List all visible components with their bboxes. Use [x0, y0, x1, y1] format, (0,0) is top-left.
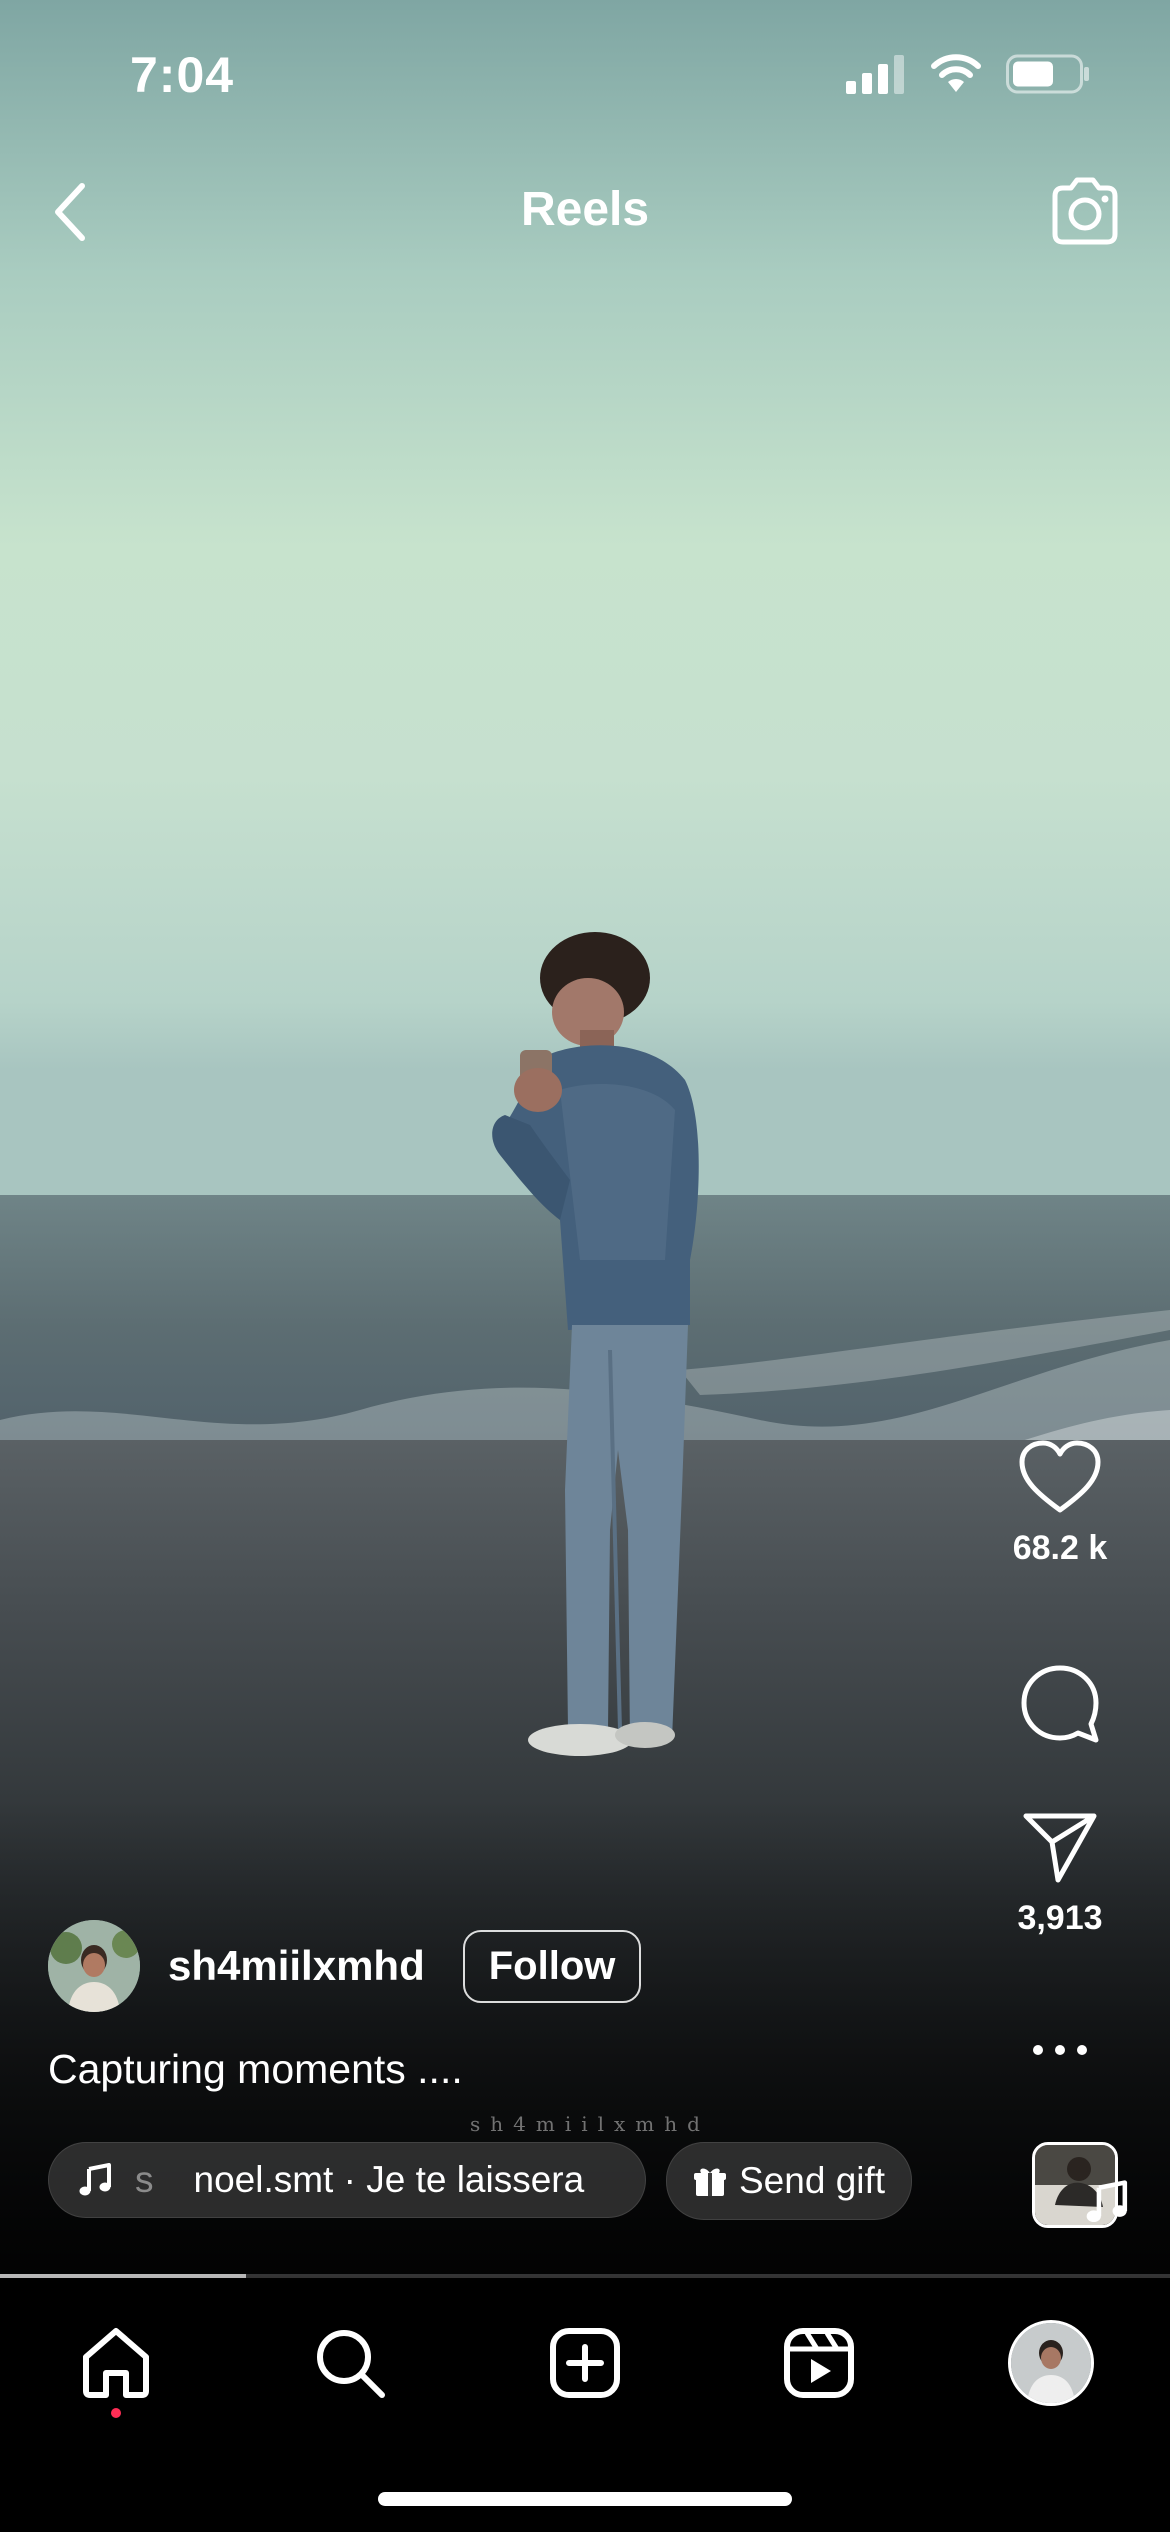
tab-reels[interactable] [774, 2318, 864, 2408]
comment-button[interactable] [950, 1662, 1170, 1751]
author-row: sh4miilxmhd Follow [48, 1920, 642, 2012]
tab-search[interactable] [305, 2318, 395, 2408]
camera-button[interactable] [1045, 172, 1125, 252]
person-figure [492, 932, 699, 1756]
audio-prefix: s [135, 2159, 154, 2200]
audio-title: noel.smt · Je te laissera [193, 2159, 585, 2200]
wifi-icon [931, 54, 981, 92]
author-avatar[interactable] [48, 1920, 140, 2012]
share-action: 3,913 [950, 1810, 1170, 1938]
status-icons [846, 54, 1090, 94]
status-time: 7:04 [130, 47, 235, 103]
plus-square-icon [550, 2328, 620, 2398]
paper-plane-icon [1023, 1813, 1097, 1883]
like-action: 68.2 k [950, 1440, 1170, 1568]
post-caption[interactable]: Capturing moments .... [48, 2046, 463, 2093]
like-count[interactable]: 68.2 k [950, 1529, 1170, 1568]
camera-icon [1052, 177, 1118, 245]
profile-avatar [1008, 2320, 1094, 2406]
more-button[interactable] [950, 2040, 1170, 2065]
share-count: 3,913 [1017, 1899, 1103, 1937]
video-watermark: sh4miilxmhd [470, 2112, 710, 2136]
tab-home[interactable] [71, 2318, 161, 2408]
reels-icon [784, 2328, 854, 2398]
follow-button[interactable]: Follow [462, 1929, 642, 2003]
home-active-indicator [111, 2408, 121, 2418]
send-gift-label: Send gift [739, 2160, 886, 2201]
comment-bubble-icon [1021, 1665, 1099, 1743]
page-title: Reels [520, 183, 650, 236]
comment-action [950, 1662, 1170, 1751]
audio-pill[interactable]: s noel.smt · Je te laissera [48, 2142, 646, 2218]
home-icon [83, 2328, 149, 2398]
author-avatar-image [48, 1920, 140, 2012]
home-indicator-bar [378, 2492, 792, 2506]
profile-avatar-image [1011, 2323, 1091, 2403]
audio-music-note-icon [1086, 2180, 1128, 2223]
chip-row: s noel.smt · Je te laissera Send gift [48, 2142, 913, 2220]
heart-icon [1019, 1440, 1101, 1513]
like-button[interactable] [950, 1440, 1170, 1521]
reels-screen: 7:04 Reels 68.2 k 3,913 sh4miilxmhd Foll… [0, 0, 1170, 2532]
battery-icon [1006, 54, 1089, 94]
author-username[interactable]: sh4miilxmhd [168, 1942, 425, 1990]
tab-create[interactable] [540, 2318, 630, 2408]
more-horizontal-icon [1033, 2045, 1087, 2055]
send-gift-button[interactable]: Send gift [666, 2142, 913, 2220]
cellular-signal-icon [846, 55, 904, 94]
music-note-icon [79, 2163, 111, 2196]
tab-profile[interactable] [1006, 2318, 1096, 2408]
bottom-tab-bar [0, 2278, 1170, 2532]
search-icon [317, 2330, 385, 2398]
share-button[interactable] [950, 1810, 1170, 1891]
gift-icon [694, 2168, 726, 2196]
